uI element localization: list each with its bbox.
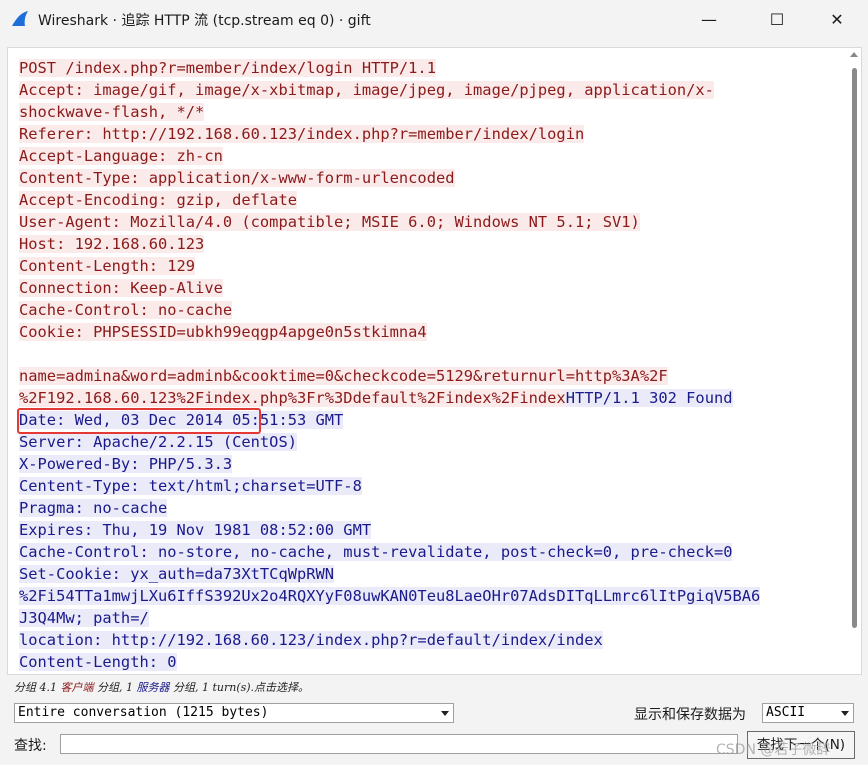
show-save-label: 显示和保存数据为	[634, 707, 746, 723]
format-select[interactable]: ASCII	[762, 703, 854, 723]
stream-line: Content-Type: application/x-www-form-url…	[19, 167, 839, 189]
stream-line: Cache-Control: no-store, no-cache, must-…	[19, 541, 839, 563]
client-segment: Content-Length: 129	[19, 257, 196, 275]
stream-line: Accept-Language: zh-cn	[19, 145, 839, 167]
server-segment: Expires: Thu, 19 Nov 1981 08:52:00 GMT	[19, 521, 372, 539]
status-line: 分组 4.1 客户端 分组, 1 服务器 分组, 1 turn(s).点击选择。	[14, 679, 309, 695]
stream-line: location: http://192.168.60.123/index.ph…	[19, 629, 839, 651]
chevron-down-icon	[441, 711, 449, 716]
client-segment: Cache-Control: no-cache	[19, 301, 233, 319]
stream-line: Accept: image/gif, image/x-xbitmap, imag…	[19, 79, 839, 101]
find-label: 查找:	[14, 738, 47, 754]
client-segment: Content-Type: application/x-www-form-url…	[19, 169, 455, 187]
minimize-button[interactable]: —	[686, 0, 732, 38]
close-icon: ✕	[830, 9, 844, 29]
server-segment: Pragma: no-cache	[19, 499, 168, 517]
maximize-button[interactable]: ☐	[754, 0, 800, 38]
stream-line: Cache-Control: no-cache	[19, 299, 839, 321]
server-segment: location: http://192.168.60.123/index.ph…	[19, 631, 603, 649]
stream-line: X-Powered-By: PHP/5.3.3	[19, 453, 839, 475]
conversation-select-value: Entire conversation (1215 bytes)	[18, 705, 269, 720]
server-segment: Cache-Control: no-store, no-cache, must-…	[19, 543, 733, 561]
client-segment: POST /index.php?r=member/index/login HTT…	[19, 59, 436, 77]
server-segment: X-Powered-By: PHP/5.3.3	[19, 455, 233, 473]
stream-line: %2F192.168.60.123%2Findex.php%3Fr%3Ddefa…	[19, 387, 839, 409]
client-segment: shockwave-flash, */*	[19, 103, 205, 121]
stream-line: Set-Cookie: yx_auth=da73XtTCqWpRWN	[19, 563, 839, 585]
stream-line	[19, 343, 839, 365]
server-segment: Set-Cookie: yx_auth=da73XtTCqWpRWN	[19, 565, 335, 583]
stream-line: Referer: http://192.168.60.123/index.php…	[19, 123, 839, 145]
stream-line: Centent-Type: text/html;charset=UTF-8	[19, 475, 839, 497]
server-segment: J3Q4Mw; path=/	[19, 609, 149, 627]
stream-line: Server: Apache/2.2.15 (CentOS)	[19, 431, 839, 453]
stream-line: %2Fi54TTa1mwjLXu6IffS392Ux2o4RQXYyF08uwK…	[19, 585, 839, 607]
client-segment: %2F192.168.60.123%2Findex.php%3Fr%3Ddefa…	[19, 389, 566, 407]
find-next-button[interactable]: 查找下一个(N)	[747, 731, 855, 759]
window-title: Wireshark · 追踪 HTTP 流 (tcp.stream eq 0) …	[38, 13, 371, 29]
stream-line: Pragma: no-cache	[19, 497, 839, 519]
chevron-down-icon	[841, 711, 849, 716]
stream-line: Cookie: PHPSESSID=ubkh99eqgp4apge0n5stki…	[19, 321, 839, 343]
client-segment: name=admina&word=adminb&cooktime=0&check…	[19, 367, 668, 385]
maximize-icon: ☐	[769, 9, 785, 29]
stream-line: User-Agent: Mozilla/4.0 (compatible; MSI…	[19, 211, 839, 233]
server-segment: Centent-Type: text/html;charset=UTF-8	[19, 477, 362, 495]
stream-text[interactable]: POST /index.php?r=member/index/login HTT…	[19, 57, 839, 673]
client-segment: Host: 192.168.60.123	[19, 235, 205, 253]
stream-line: Host: 192.168.60.123	[19, 233, 839, 255]
client-segment: Connection: Keep-Alive	[19, 279, 223, 297]
client-segment: Accept-Encoding: gzip, deflate	[19, 191, 297, 209]
status-suffix: 分组, 1 turn(s).点击选择。	[169, 681, 310, 694]
server-segment: Server: Apache/2.2.15 (CentOS)	[19, 433, 297, 451]
server-segment: Date: Wed, 03 Dec 2014 05:51:53 GMT	[19, 411, 344, 429]
status-mid: 分组, 1	[93, 681, 137, 694]
server-segment: %2Fi54TTa1mwjLXu6IffS392Ux2o4RQXYyF08uwK…	[19, 587, 761, 605]
stream-line: Connection: Keep-Alive	[19, 277, 839, 299]
wireshark-fin-icon	[12, 11, 28, 26]
stream-line: Content-Length: 129	[19, 255, 839, 277]
stream-line: J3Q4Mw; path=/	[19, 607, 839, 629]
client-segment: Accept: image/gif, image/x-xbitmap, imag…	[19, 81, 714, 99]
stream-line: name=admina&word=adminb&cooktime=0&check…	[19, 365, 839, 387]
client-segment: Cookie: PHPSESSID=ubkh99eqgp4apge0n5stki…	[19, 323, 427, 341]
format-select-value: ASCII	[766, 705, 806, 720]
client-segment: Accept-Language: zh-cn	[19, 147, 223, 165]
conversation-select[interactable]: Entire conversation (1215 bytes)	[14, 703, 454, 723]
vertical-scrollbar[interactable]	[847, 48, 861, 674]
close-button[interactable]: ✕	[814, 0, 860, 38]
status-client-label: 客户端	[60, 681, 94, 694]
stream-line: shockwave-flash, */*	[19, 101, 839, 123]
stream-content-area[interactable]: POST /index.php?r=member/index/login HTT…	[7, 47, 862, 675]
client-segment: User-Agent: Mozilla/4.0 (compatible; MSI…	[19, 213, 640, 231]
stream-line: Accept-Encoding: gzip, deflate	[19, 189, 839, 211]
server-segment: Content-Length: 0	[19, 653, 177, 671]
status-client-num: 1	[50, 681, 61, 694]
stream-line: Expires: Thu, 19 Nov 1981 08:52:00 GMT	[19, 519, 839, 541]
stream-line: Content-Length: 0	[19, 651, 839, 673]
server-segment: HTTP/1.1 302 Found	[565, 389, 733, 407]
stream-line: Date: Wed, 03 Dec 2014 05:51:53 GMT	[19, 409, 839, 431]
minimize-icon: —	[701, 9, 717, 29]
scroll-thumb[interactable]	[852, 68, 857, 628]
client-segment: Referer: http://192.168.60.123/index.php…	[19, 125, 585, 143]
title-bar: Wireshark · 追踪 HTTP 流 (tcp.stream eq 0) …	[0, 0, 868, 38]
find-input[interactable]	[60, 734, 738, 754]
stream-line: POST /index.php?r=member/index/login HTT…	[19, 57, 839, 79]
status-prefix: 分组 4.	[14, 681, 50, 694]
scroll-up-arrow-icon[interactable]	[850, 52, 858, 57]
status-server-label: 服务器	[136, 681, 170, 694]
